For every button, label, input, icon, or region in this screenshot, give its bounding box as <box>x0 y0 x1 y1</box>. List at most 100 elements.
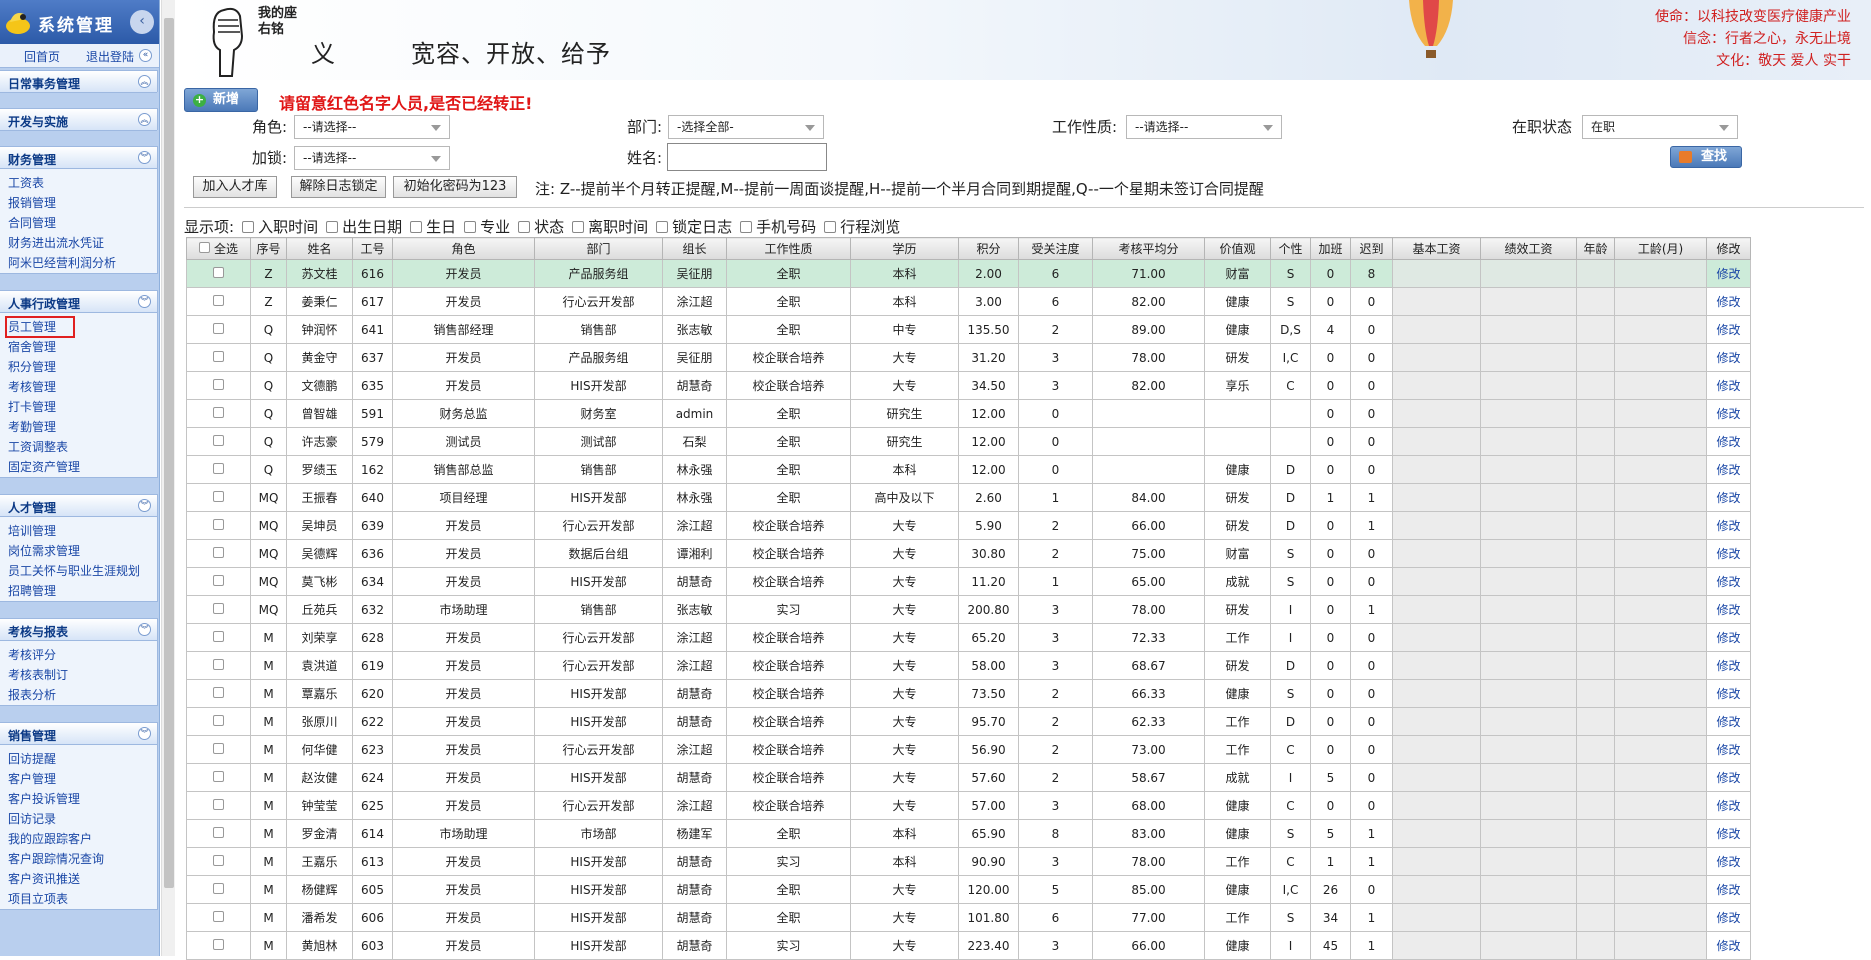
table-cell[interactable] <box>186 483 251 512</box>
table-row[interactable]: M 潘希发 606 开发员 HIS开发部 胡慧奇 全职 大专 101.80 6 77.00 工作 S 34… <box>186 903 1751 932</box>
table-cell[interactable] <box>186 819 251 848</box>
table-cell[interactable] <box>186 623 251 652</box>
display-option[interactable]: 专业 <box>464 216 510 237</box>
sidebar-item[interactable]: 员工关怀与职业生涯规划 <box>8 561 157 581</box>
table-row[interactable]: Z 姜秉仁 617 开发员 行心云开发部 涂江超 全职 本科 3.00 6 82.00 健康 S 0 0 修改 <box>186 287 1751 316</box>
sidebar-item[interactable]: 报销管理 <box>8 193 157 213</box>
display-option[interactable]: 手机号码 <box>740 216 816 237</box>
sidebar-item[interactable]: 考核评分 <box>8 645 157 665</box>
row-checkbox[interactable] <box>213 406 224 418</box>
sidebar-item[interactable]: 岗位需求管理 <box>8 541 157 561</box>
dept-select[interactable]: -选择全部- <box>668 115 824 139</box>
row-checkbox[interactable] <box>213 770 224 782</box>
select-all-checkbox[interactable] <box>198 242 210 253</box>
checkbox[interactable] <box>464 221 477 233</box>
table-cell[interactable] <box>186 763 251 792</box>
table-cell[interactable] <box>186 259 251 288</box>
jobtype-select[interactable]: --请选择-- <box>1126 115 1282 139</box>
edit-link[interactable]: 修改 <box>1706 287 1751 316</box>
sidebar-item[interactable]: 考核管理 <box>8 377 157 397</box>
table-cell[interactable] <box>186 875 251 904</box>
edit-link[interactable]: 修改 <box>1706 539 1751 568</box>
row-checkbox[interactable] <box>213 686 224 698</box>
double-chevron-down-icon[interactable]: ︾ <box>138 727 151 740</box>
sidebar-item[interactable]: 客户管理 <box>8 769 157 789</box>
edit-link[interactable]: 修改 <box>1706 595 1751 624</box>
row-checkbox[interactable] <box>213 294 224 306</box>
table-row[interactable]: Q 文德鹏 635 开发员 HIS开发部 胡慧奇 校企联合培养 大专 34.50 3 82.00 享乐… <box>186 371 1751 400</box>
row-checkbox[interactable] <box>213 574 224 586</box>
double-chevron-down-icon[interactable]: ︾ <box>138 295 151 308</box>
sidebar-item[interactable]: 打卡管理 <box>8 397 157 417</box>
sidebar-item[interactable]: 阿米巴经营利润分析 <box>8 253 157 273</box>
table-row[interactable]: Q 钟润怀 641 销售部经理 销售部 张志敏 全职 中专 135.50 2 89.00 健康 D,S 4… <box>186 315 1751 344</box>
scrollbar[interactable] <box>161 0 175 956</box>
sidebar-item[interactable]: 培训管理 <box>8 521 157 541</box>
sidebar-group-header[interactable]: 销售管理 ︾ <box>0 723 157 745</box>
sidebar-item[interactable]: 我的应跟踪客户 <box>8 829 157 849</box>
sidebar-item[interactable]: 考核表制订 <box>8 665 157 685</box>
sidebar-item[interactable]: 财务进出流水凭证 <box>8 233 157 253</box>
new-button[interactable]: + 新增 <box>184 88 258 112</box>
table-row[interactable]: M 张原川 622 开发员 HIS开发部 胡慧奇 校企联合培养 大专 95.70 2 62.33 工作… <box>186 707 1751 736</box>
edit-link[interactable]: 修改 <box>1706 763 1751 792</box>
table-row[interactable]: MQ 丘苑兵 632 市场助理 销售部 张志敏 实习 大专 200.80 3 78.00 研发 I 0 1 修… <box>186 595 1751 624</box>
table-cell[interactable] <box>186 511 251 540</box>
checkbox[interactable] <box>242 221 255 233</box>
display-option[interactable]: 锁定日志 <box>656 216 732 237</box>
sidebar-group-header[interactable]: 人才管理 ︾ <box>0 495 157 517</box>
display-option[interactable]: 状态 <box>518 216 564 237</box>
checkbox[interactable] <box>326 221 339 233</box>
table-cell[interactable] <box>186 455 251 484</box>
table-row[interactable]: M 王嘉乐 613 开发员 HIS开发部 胡慧奇 实习 本科 90.90 3 78.00 工作 C 1 1 修… <box>186 847 1751 876</box>
checkbox[interactable] <box>518 221 531 233</box>
edit-link[interactable]: 修改 <box>1706 427 1751 456</box>
table-cell[interactable] <box>186 567 251 596</box>
row-checkbox[interactable] <box>213 658 224 670</box>
table-cell[interactable] <box>186 791 251 820</box>
row-checkbox[interactable] <box>213 462 224 474</box>
sidebar-group-header[interactable]: 人事行政管理 ︾ <box>0 291 157 313</box>
sidebar-group-header[interactable]: 开发与实施 ︽ <box>0 109 157 131</box>
chevron-left-icon[interactable]: ‹ <box>130 10 154 34</box>
lock-select[interactable]: --请选择-- <box>294 146 450 170</box>
edit-link[interactable]: 修改 <box>1706 511 1751 540</box>
table-row[interactable]: M 罗金清 614 市场助理 市场部 杨建军 全职 本科 65.90 8 83.00 健康 S 5 1 修改 <box>186 819 1751 848</box>
edit-link[interactable]: 修改 <box>1706 847 1751 876</box>
table-cell[interactable] <box>186 903 251 932</box>
sidebar-item[interactable]: 报表分析 <box>8 685 157 705</box>
edit-link[interactable]: 修改 <box>1706 455 1751 484</box>
column-header[interactable]: 全选 <box>186 237 251 260</box>
row-checkbox[interactable] <box>213 630 224 642</box>
table-cell[interactable] <box>186 315 251 344</box>
table-row[interactable]: M 赵汝健 624 开发员 HIS开发部 胡慧奇 校企联合培养 大专 57.60 2 58.67 成就… <box>186 763 1751 792</box>
edit-link[interactable]: 修改 <box>1706 791 1751 820</box>
row-checkbox[interactable] <box>213 882 224 894</box>
double-chevron-up-icon[interactable]: ︽ <box>138 113 151 126</box>
edit-link[interactable]: 修改 <box>1706 259 1751 288</box>
table-cell[interactable] <box>186 735 251 764</box>
sidebar-item[interactable]: 客户资讯推送 <box>8 869 157 889</box>
display-option[interactable]: 行程浏览 <box>824 216 900 237</box>
table-row[interactable]: MQ 吴德辉 636 开发员 数据后台组 谭湘利 校企联合培养 大专 30.80 2 75.00 财富… <box>186 539 1751 568</box>
table-cell[interactable] <box>186 679 251 708</box>
sidebar-item[interactable]: 考勤管理 <box>8 417 157 437</box>
checkbox[interactable] <box>824 221 837 233</box>
sidebar-item[interactable]: 项目立项表 <box>8 889 157 909</box>
sidebar-item[interactable]: 客户投诉管理 <box>8 789 157 809</box>
edit-link[interactable]: 修改 <box>1706 819 1751 848</box>
status-select[interactable]: 在职 <box>1582 115 1738 139</box>
sidebar-item[interactable]: 合同管理 <box>8 213 157 233</box>
table-cell[interactable] <box>186 287 251 316</box>
table-row[interactable]: Z 苏文桂 616 开发员 产品服务组 吴征朋 全职 本科 2.00 6 71.00 财富 S 0 8 修改 <box>186 259 1751 288</box>
edit-link[interactable]: 修改 <box>1706 679 1751 708</box>
search-button[interactable]: 查找 <box>1670 146 1742 168</box>
row-checkbox[interactable] <box>213 322 224 334</box>
table-cell[interactable] <box>186 931 251 960</box>
double-chevron-down-icon[interactable]: ︾ <box>138 499 151 512</box>
row-checkbox[interactable] <box>213 742 224 754</box>
table-row[interactable]: Q 许志豪 579 测试员 测试部 石梨 全职 研究生 12.00 0 0 0 修改 <box>186 427 1751 456</box>
double-chevron-left-icon[interactable]: « <box>139 49 152 62</box>
sidebar-item[interactable]: 客户跟踪情况查询 <box>8 849 157 869</box>
table-row[interactable]: MQ 莫飞彬 634 开发员 HIS开发部 胡慧奇 校企联合培养 大专 11.20 1 65.00 成… <box>186 567 1751 596</box>
